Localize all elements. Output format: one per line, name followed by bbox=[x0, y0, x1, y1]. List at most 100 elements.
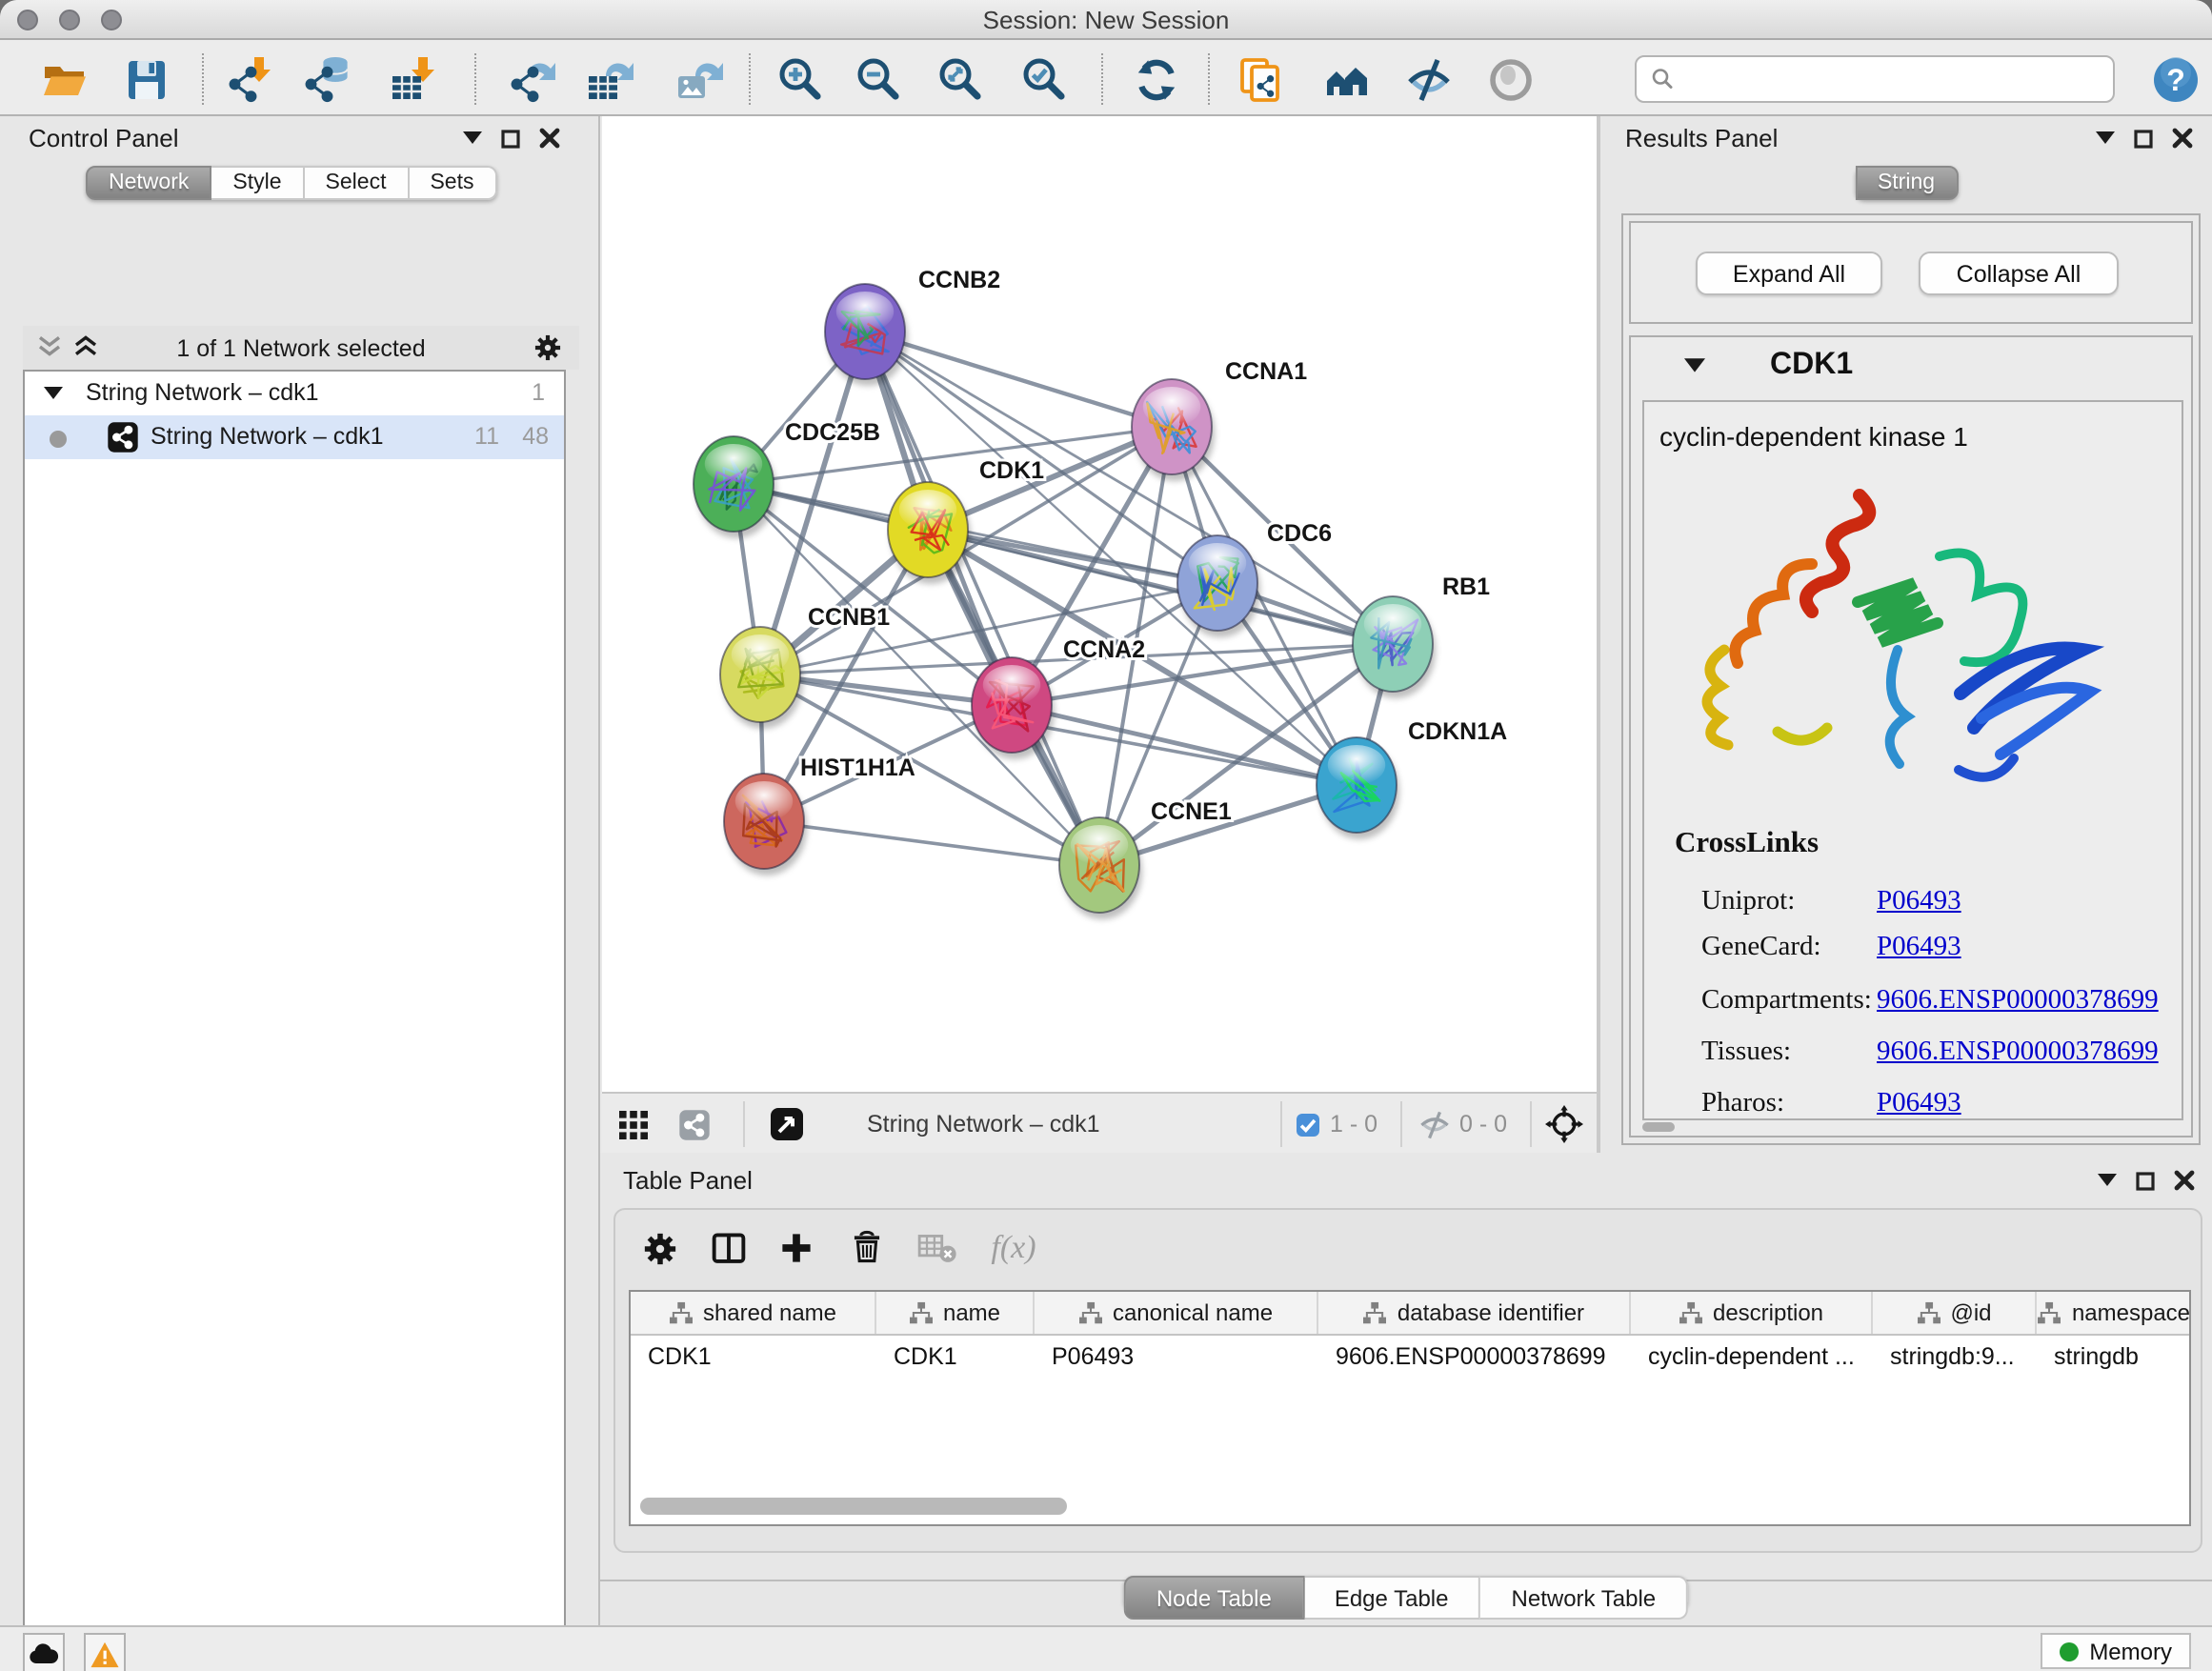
column-header-namespace[interactable]: namespace bbox=[2037, 1292, 2191, 1334]
column-header-database-identifier[interactable]: database identifier bbox=[1318, 1292, 1631, 1334]
search-input[interactable] bbox=[1684, 64, 2113, 94]
zoom-in-button[interactable] bbox=[772, 53, 829, 107]
refresh-button[interactable] bbox=[1128, 53, 1185, 107]
show-columns-button[interactable] bbox=[701, 1221, 754, 1275]
fit-selected-button[interactable] bbox=[1545, 1094, 1583, 1155]
table-cell: P06493 bbox=[1035, 1336, 1318, 1378]
network-node-rb1[interactable]: RB1 bbox=[1353, 574, 1490, 698]
tab-style[interactable]: Style bbox=[211, 166, 304, 200]
float-panel-icon[interactable] bbox=[501, 129, 520, 148]
column-header--id[interactable]: @id bbox=[1873, 1292, 2037, 1334]
collection-caret-icon[interactable] bbox=[44, 387, 63, 400]
search-field[interactable] bbox=[1635, 55, 2115, 103]
export-table-button[interactable] bbox=[581, 53, 638, 107]
function-builder-button[interactable]: f(x) bbox=[979, 1221, 1048, 1275]
close-panel-icon[interactable] bbox=[539, 128, 560, 149]
crosslink-value-link[interactable]: 9606.ENSP00000378699 bbox=[1877, 1037, 2159, 1069]
close-panel-icon[interactable] bbox=[2174, 1170, 2195, 1191]
warnings-button[interactable] bbox=[84, 1633, 126, 1671]
column-header-description[interactable]: description bbox=[1631, 1292, 1873, 1334]
tab-node-table[interactable]: Node Table bbox=[1124, 1576, 1304, 1620]
network-graph[interactable]: CCNB2 CCNA1 CDC25B CDK1 CDC6 RB1 CCNB1 bbox=[602, 116, 1597, 1092]
crosslinks-title: CrossLinks bbox=[1675, 827, 1819, 861]
tab-network-table[interactable]: Network Table bbox=[1481, 1576, 1689, 1620]
tab-network[interactable]: Network bbox=[86, 166, 211, 200]
import-database-button[interactable] bbox=[299, 53, 356, 107]
table-hscroll-thumb[interactable] bbox=[640, 1498, 1067, 1515]
cloud-status-button[interactable] bbox=[23, 1633, 65, 1671]
table-row[interactable]: CDK1CDK1P064939606.ENSP00000378699cyclin… bbox=[631, 1336, 2189, 1378]
panel-menu-icon[interactable] bbox=[2098, 1174, 2117, 1187]
tab-select[interactable]: Select bbox=[305, 166, 410, 200]
export-network-button[interactable] bbox=[503, 53, 560, 107]
network-collection-row[interactable]: String Network – cdk1 1 bbox=[25, 372, 564, 415]
tab-edge-table[interactable]: Edge Table bbox=[1304, 1576, 1481, 1620]
tab-string[interactable]: String bbox=[1855, 166, 1958, 200]
column-header-canonical-name[interactable]: canonical name bbox=[1035, 1292, 1318, 1334]
network-node-ccnb2[interactable]: CCNB2 bbox=[825, 267, 1000, 386]
delete-column-button[interactable] bbox=[840, 1221, 894, 1275]
node-table[interactable]: shared namenamecanonical namedatabase id… bbox=[629, 1290, 2191, 1526]
show-all-button[interactable] bbox=[1482, 53, 1539, 107]
network-node-cdc6[interactable]: CDC6 bbox=[1177, 520, 1332, 637]
export-image-button[interactable] bbox=[671, 53, 728, 107]
collapse-all-button[interactable]: Collapse All bbox=[1919, 252, 2119, 295]
save-session-button[interactable] bbox=[118, 53, 175, 107]
network-canvas[interactable]: CCNB2 CCNA1 CDC25B CDK1 CDC6 RB1 CCNB1 bbox=[602, 116, 1597, 1092]
home-button[interactable] bbox=[1318, 53, 1376, 107]
network-node-ccna1[interactable]: CCNA1 bbox=[1132, 358, 1307, 481]
help-button[interactable]: ? bbox=[2151, 55, 2201, 105]
network-node-cdc25b[interactable]: CDC25B bbox=[694, 419, 880, 538]
open-in-window-button[interactable] bbox=[770, 1094, 804, 1155]
collapse-all-icon[interactable] bbox=[36, 335, 63, 358]
zoom-fit-button[interactable] bbox=[932, 53, 989, 107]
network-node-hist1h1a[interactable]: HIST1H1A bbox=[724, 755, 915, 876]
open-file-button[interactable] bbox=[36, 53, 93, 107]
network-edge[interactable] bbox=[764, 821, 1099, 865]
network-snapshot-button[interactable] bbox=[1233, 53, 1290, 107]
network-edge[interactable] bbox=[865, 332, 1172, 427]
results-hscroll-knob[interactable] bbox=[1642, 1122, 1675, 1132]
network-row[interactable]: String Network – cdk1 11 48 bbox=[25, 415, 564, 459]
network-view-button[interactable] bbox=[678, 1094, 711, 1155]
crosslink-value-link[interactable]: P06493 bbox=[1877, 1088, 1961, 1120]
column-header-name[interactable]: name bbox=[876, 1292, 1035, 1334]
network-options-gear-icon[interactable] bbox=[532, 332, 564, 364]
network-node-ccne1[interactable]: CCNE1 bbox=[1059, 798, 1232, 919]
panel-menu-icon[interactable] bbox=[463, 131, 482, 145]
crosslink-label: Uniprot: bbox=[1701, 886, 1795, 918]
hide-panels-icon bbox=[1404, 55, 1454, 105]
zoom-out-button[interactable] bbox=[850, 53, 907, 107]
import-table-button[interactable] bbox=[385, 53, 442, 107]
network-node-cdkn1a[interactable]: CDKN1A bbox=[1317, 718, 1507, 839]
node-label: CDKN1A bbox=[1408, 718, 1507, 745]
crosslink-value-link[interactable]: P06493 bbox=[1877, 886, 1961, 918]
birds-eye-view-button[interactable] bbox=[619, 1094, 648, 1155]
gene-section-caret-icon[interactable] bbox=[1684, 358, 1705, 373]
crosslink-value-link[interactable]: P06493 bbox=[1877, 932, 1961, 964]
memory-button[interactable]: Memory bbox=[2040, 1633, 2191, 1669]
gear-icon bbox=[639, 1228, 679, 1268]
delete-table-button[interactable] bbox=[911, 1221, 964, 1275]
attribute-type-icon bbox=[2038, 1301, 2062, 1324]
expand-all-button[interactable]: Expand All bbox=[1696, 252, 1882, 295]
float-panel-icon[interactable] bbox=[2134, 129, 2153, 148]
expand-all-icon[interactable] bbox=[72, 335, 99, 358]
import-network-button[interactable] bbox=[221, 53, 278, 107]
create-column-button[interactable] bbox=[770, 1221, 823, 1275]
selected-checkbox[interactable] bbox=[1296, 1094, 1320, 1155]
hide-panels-button[interactable] bbox=[1400, 53, 1458, 107]
window-title: Session: New Session bbox=[0, 6, 2212, 34]
hidden-toggle[interactable] bbox=[1418, 1094, 1452, 1155]
network-edge[interactable] bbox=[865, 332, 1099, 865]
close-panel-icon[interactable] bbox=[2172, 128, 2193, 149]
export-network-icon bbox=[507, 55, 556, 105]
crosslink-value-link[interactable]: 9606.ENSP00000378699 bbox=[1877, 985, 2159, 1017]
network-edge[interactable] bbox=[1012, 705, 1357, 785]
panel-menu-icon[interactable] bbox=[2096, 131, 2115, 145]
zoom-selected-button[interactable] bbox=[1016, 53, 1073, 107]
column-header-shared-name[interactable]: shared name bbox=[631, 1292, 876, 1334]
tab-sets[interactable]: Sets bbox=[409, 166, 496, 200]
table-options-button[interactable] bbox=[633, 1221, 686, 1275]
float-panel-icon[interactable] bbox=[2136, 1171, 2155, 1190]
